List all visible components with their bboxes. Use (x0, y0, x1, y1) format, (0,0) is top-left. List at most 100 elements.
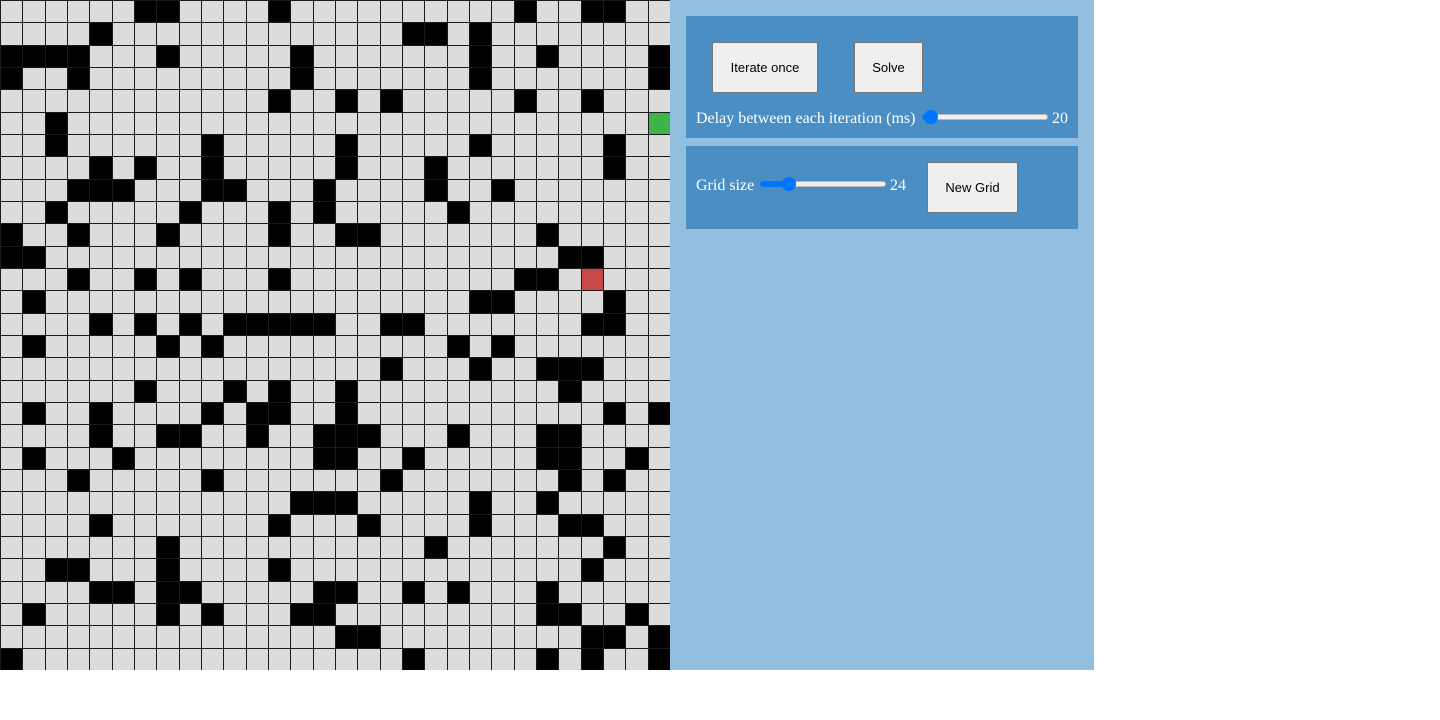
wall-cell[interactable] (335, 380, 358, 403)
grid-cell[interactable] (536, 22, 559, 46)
grid-cell[interactable] (0, 335, 23, 358)
grid-cell[interactable] (290, 0, 314, 23)
grid-cell[interactable] (313, 290, 336, 314)
wall-cell[interactable] (603, 156, 626, 180)
wall-cell[interactable] (491, 290, 515, 314)
grid-cell[interactable] (380, 491, 403, 515)
grid-cell[interactable] (246, 514, 269, 537)
grid-cell[interactable] (469, 179, 492, 202)
grid-cell[interactable] (447, 268, 470, 291)
wall-cell[interactable] (536, 447, 559, 470)
grid-cell[interactable] (313, 89, 336, 113)
grid-cell[interactable] (491, 134, 515, 157)
grid-cell[interactable] (491, 268, 515, 291)
wall-cell[interactable] (536, 581, 559, 604)
wall-cell[interactable] (268, 0, 291, 23)
grid-cell[interactable] (335, 112, 358, 135)
grid-cell[interactable] (424, 335, 448, 358)
grid-cell[interactable] (290, 89, 314, 113)
grid-cell[interactable] (603, 380, 626, 403)
grid-cell[interactable] (447, 380, 470, 403)
grid-cell[interactable] (625, 558, 649, 582)
grid-cell[interactable] (22, 380, 46, 403)
wall-cell[interactable] (223, 380, 247, 403)
wall-cell[interactable] (201, 134, 224, 157)
wall-cell[interactable] (67, 469, 90, 492)
grid-cell[interactable] (89, 469, 113, 492)
maze-grid-svg[interactable] (0, 0, 670, 670)
wall-cell[interactable] (469, 514, 492, 537)
grid-cell[interactable] (514, 134, 537, 157)
grid-cell[interactable] (223, 67, 247, 90)
grid-cell[interactable] (648, 134, 671, 157)
grid-cell[interactable] (201, 67, 224, 90)
grid-cell[interactable] (469, 424, 492, 448)
grid-cell[interactable] (223, 201, 247, 224)
grid-cell[interactable] (380, 290, 403, 314)
grid-cell[interactable] (201, 648, 224, 671)
grid-cell[interactable] (45, 67, 68, 90)
grid-cell[interactable] (558, 335, 582, 358)
grid-cell[interactable] (335, 469, 358, 492)
wall-cell[interactable] (625, 447, 649, 470)
grid-cell[interactable] (402, 357, 425, 381)
grid-cell[interactable] (223, 89, 247, 113)
grid-cell[interactable] (558, 402, 582, 425)
grid-cell[interactable] (89, 625, 113, 649)
grid-cell[interactable] (536, 201, 559, 224)
grid-cell[interactable] (246, 268, 269, 291)
grid-cell[interactable] (89, 536, 113, 559)
grid-cell[interactable] (357, 45, 381, 68)
grid-cell[interactable] (357, 67, 381, 90)
grid-cell[interactable] (223, 402, 247, 425)
grid-cell[interactable] (290, 380, 314, 403)
grid-cell[interactable] (625, 469, 649, 492)
grid-cell[interactable] (134, 134, 157, 157)
wall-cell[interactable] (536, 268, 559, 291)
grid-cell[interactable] (156, 514, 180, 537)
wall-cell[interactable] (603, 625, 626, 649)
grid-cell[interactable] (402, 625, 425, 649)
grid-cell[interactable] (179, 134, 202, 157)
grid-cell[interactable] (156, 179, 180, 202)
grid-cell[interactable] (357, 112, 381, 135)
grid-cell[interactable] (558, 201, 582, 224)
grid-cell[interactable] (0, 380, 23, 403)
grid-cell[interactable] (179, 335, 202, 358)
grid-cell[interactable] (581, 223, 604, 247)
grid-cell[interactable] (603, 514, 626, 537)
grid-cell[interactable] (134, 22, 157, 46)
grid-cell[interactable] (179, 603, 202, 626)
wall-cell[interactable] (581, 0, 604, 23)
wall-cell[interactable] (491, 179, 515, 202)
grid-cell[interactable] (648, 290, 671, 314)
grid-cell[interactable] (268, 625, 291, 649)
grid-cell[interactable] (0, 313, 23, 336)
grid-cell[interactable] (313, 268, 336, 291)
grid-cell[interactable] (67, 201, 90, 224)
wall-cell[interactable] (335, 156, 358, 180)
delay-slider-thumb[interactable] (924, 110, 939, 124)
grid-cell[interactable] (625, 89, 649, 113)
grid-cell[interactable] (536, 536, 559, 559)
grid-cell[interactable] (625, 45, 649, 68)
grid-cell[interactable] (491, 313, 515, 336)
grid-cell[interactable] (134, 67, 157, 90)
wall-cell[interactable] (89, 424, 113, 448)
grid-cell[interactable] (112, 112, 135, 135)
grid-cell[interactable] (469, 402, 492, 425)
wall-cell[interactable] (603, 536, 626, 559)
grid-cell[interactable] (402, 89, 425, 113)
wall-cell[interactable] (581, 558, 604, 582)
grid-cell[interactable] (648, 335, 671, 358)
grid-cell[interactable] (447, 491, 470, 515)
grid-cell[interactable] (469, 0, 492, 23)
grid-cell[interactable] (380, 22, 403, 46)
grid-cell[interactable] (223, 112, 247, 135)
grid-cell[interactable] (179, 246, 202, 269)
grid-cell[interactable] (268, 112, 291, 135)
grid-cell[interactable] (514, 201, 537, 224)
wall-cell[interactable] (89, 581, 113, 604)
wall-cell[interactable] (67, 45, 90, 68)
grid-cell[interactable] (447, 45, 470, 68)
